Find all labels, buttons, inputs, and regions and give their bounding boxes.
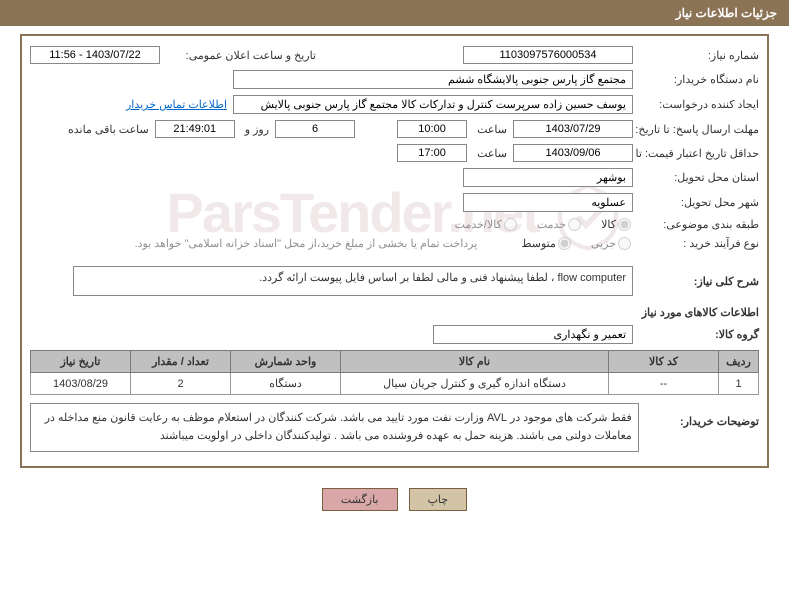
radio-khadamat[interactable]: خدمت	[537, 218, 583, 231]
field-countdown: 21:49:01	[155, 120, 235, 138]
cell-unit: دستگاه	[231, 373, 341, 395]
field-resp-date: 1403/07/29	[513, 120, 633, 138]
th-unit: واحد شمارش	[231, 351, 341, 373]
radio-khadamat-label: خدمت	[537, 218, 566, 231]
section-goods-info: اطلاعات کالاهای مورد نیاز	[30, 306, 759, 319]
field-city: عسلویه	[463, 193, 633, 212]
label-buyer-org: نام دستگاه خریدار:	[639, 73, 759, 86]
goods-table: ردیف کد کالا نام کالا واحد شمارش تعداد /…	[30, 350, 759, 395]
label-days-and: روز و	[241, 123, 269, 136]
field-days: 6	[275, 120, 355, 138]
field-need-desc: flow computer ، لطفا پیشنهاد فنی و مالی …	[73, 266, 633, 296]
field-resp-time: 10:00	[397, 120, 467, 138]
field-announce: 1403/07/22 - 11:56	[30, 46, 160, 64]
radio-khadamat-input[interactable]	[568, 218, 581, 231]
field-creator: یوسف حسین زاده سرپرست کنترل و تدارکات کا…	[233, 95, 633, 114]
label-creator: ایجاد کننده درخواست:	[639, 98, 759, 111]
radio-jozei[interactable]: جزیی	[591, 237, 633, 250]
cell-qty: 2	[131, 373, 231, 395]
th-code: کد کالا	[609, 351, 719, 373]
label-province: استان محل تحویل:	[639, 171, 759, 184]
label-req-no: شماره نیاز:	[639, 49, 759, 62]
field-valid-time: 17:00	[397, 144, 467, 162]
label-buyer-notes: توضیحات خریدار:	[645, 403, 759, 428]
radio-kala-khadamat-input[interactable]	[504, 218, 517, 231]
field-goods-group: تعمیر و نگهداری	[433, 325, 633, 344]
label-purchase-type: نوع فرآیند خرید :	[639, 237, 759, 250]
cell-row: 1	[719, 373, 759, 395]
page-header: جزئیات اطلاعات نیاز	[0, 0, 789, 26]
radio-kala-label: کالا	[601, 218, 616, 231]
radio-kala[interactable]: کالا	[601, 218, 633, 231]
radio-motavaset-input[interactable]	[558, 237, 571, 250]
label-time-1: ساعت	[473, 123, 507, 136]
radio-kala-khadamat[interactable]: کالا/خدمت	[455, 218, 519, 231]
th-date: تاریخ نیاز	[31, 351, 131, 373]
radio-kala-khadamat-label: کالا/خدمت	[455, 218, 502, 231]
th-name: نام کالا	[341, 351, 609, 373]
link-buyer-contact[interactable]: اطلاعات تماس خریدار	[126, 98, 227, 111]
th-qty: تعداد / مقدار	[131, 351, 231, 373]
label-city: شهر محل تحویل:	[639, 196, 759, 209]
label-resp-until: مهلت ارسال پاسخ: تا تاریخ:	[639, 123, 759, 136]
th-row: ردیف	[719, 351, 759, 373]
label-subject-class: طبقه بندی موضوعی:	[639, 218, 759, 231]
label-need-desc: شرح کلی نیاز:	[639, 275, 759, 288]
radio-motavaset-label: متوسط	[521, 237, 556, 250]
field-province: بوشهر	[463, 168, 633, 187]
label-goods-group: گروه کالا:	[639, 328, 759, 341]
cell-code: --	[609, 373, 719, 395]
print-button[interactable]: چاپ	[409, 488, 468, 511]
field-valid-date: 1403/09/06	[513, 144, 633, 162]
field-buyer-org: مجتمع گاز پارس جنوبی پالایشگاه ششم	[233, 70, 633, 89]
label-remaining: ساعت باقی مانده	[64, 123, 149, 136]
label-time-2: ساعت	[473, 147, 507, 160]
cell-date: 1403/08/29	[31, 373, 131, 395]
radio-motavaset[interactable]: متوسط	[521, 237, 573, 250]
radio-jozei-label: جزیی	[591, 237, 616, 250]
radio-kala-input[interactable]	[618, 218, 631, 231]
pay-note: پرداخت تمام یا بخشی از مبلغ خرید،از محل …	[135, 237, 478, 250]
label-announce: تاریخ و ساعت اعلان عمومی:	[166, 49, 316, 62]
field-req-no: 1103097576000534	[463, 46, 633, 64]
label-valid-until: حداقل تاریخ اعتبار قیمت: تا تاریخ:	[639, 147, 759, 160]
table-row: 1 -- دستگاه اندازه گیری و کنترل جریان سی…	[31, 373, 759, 395]
cell-name: دستگاه اندازه گیری و کنترل جریان سیال	[341, 373, 609, 395]
radio-jozei-input[interactable]	[618, 237, 631, 250]
back-button[interactable]: بازگشت	[322, 488, 398, 511]
field-buyer-notes: فقط شرکت های موجود در AVL وزارت نفت مورد…	[30, 403, 639, 452]
